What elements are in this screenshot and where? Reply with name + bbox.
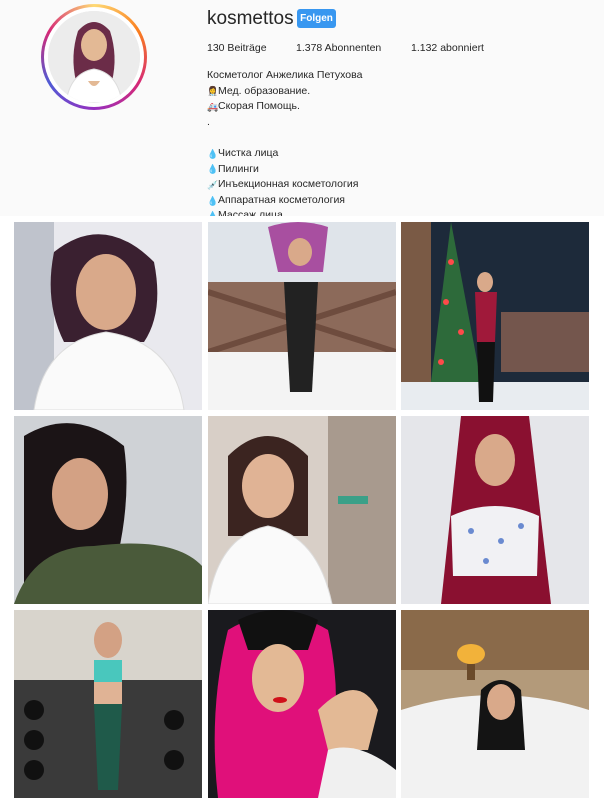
post-thumbnail[interactable] — [14, 416, 202, 604]
avatar-photo — [48, 11, 140, 103]
posts-grid — [0, 216, 604, 800]
bio-line: 💧 Аппаратная косметология — [207, 193, 345, 206]
profile-bio: Косметолог Анжелика Петухова 👩‍⚕ Мед. об… — [207, 68, 362, 224]
syringe-icon: 💉 — [207, 179, 219, 190]
doctor-icon: 👩‍⚕ — [207, 86, 219, 97]
bio-line: 💧 Чистка лица — [207, 146, 279, 159]
bio-line — [207, 130, 362, 146]
ambulance-icon: 🚑 — [207, 101, 219, 112]
following-link[interactable]: 1.132 abonniert — [411, 42, 484, 54]
follow-button[interactable]: Folgen — [297, 9, 336, 28]
bio-line: 💧 Пилинги — [207, 162, 259, 175]
droplet-icon: 💧 — [207, 148, 219, 159]
post-thumbnail[interactable] — [208, 222, 396, 410]
post-thumbnail[interactable] — [14, 610, 202, 798]
profile-header: kosmettos Folgen 130 Beiträge 1.378 Abon… — [0, 0, 604, 221]
bio-line: . — [207, 115, 210, 128]
followers-link[interactable]: 1.378 Abonnenten — [296, 42, 381, 54]
post-thumbnail[interactable] — [208, 416, 396, 604]
droplet-icon: 💧 — [207, 164, 219, 175]
droplet-icon: 💧 — [207, 195, 219, 206]
bio-line: 💉 Инъекционная косметология — [207, 178, 359, 191]
post-thumbnail[interactable] — [208, 610, 396, 798]
bio-line: 👩‍⚕ Мед. образование. — [207, 84, 311, 97]
post-thumbnail[interactable] — [401, 416, 589, 604]
profile-username: kosmettos — [207, 8, 294, 29]
post-thumbnail[interactable] — [401, 610, 589, 798]
bio-name: Косметолог Анжелика Петухова — [207, 69, 363, 81]
post-thumbnail[interactable] — [14, 222, 202, 410]
post-thumbnail[interactable] — [401, 222, 589, 410]
bio-line: 🚑 Скорая Помощь. — [207, 100, 300, 113]
posts-count: 130 Beiträge — [207, 42, 267, 54]
profile-avatar[interactable] — [41, 4, 147, 110]
